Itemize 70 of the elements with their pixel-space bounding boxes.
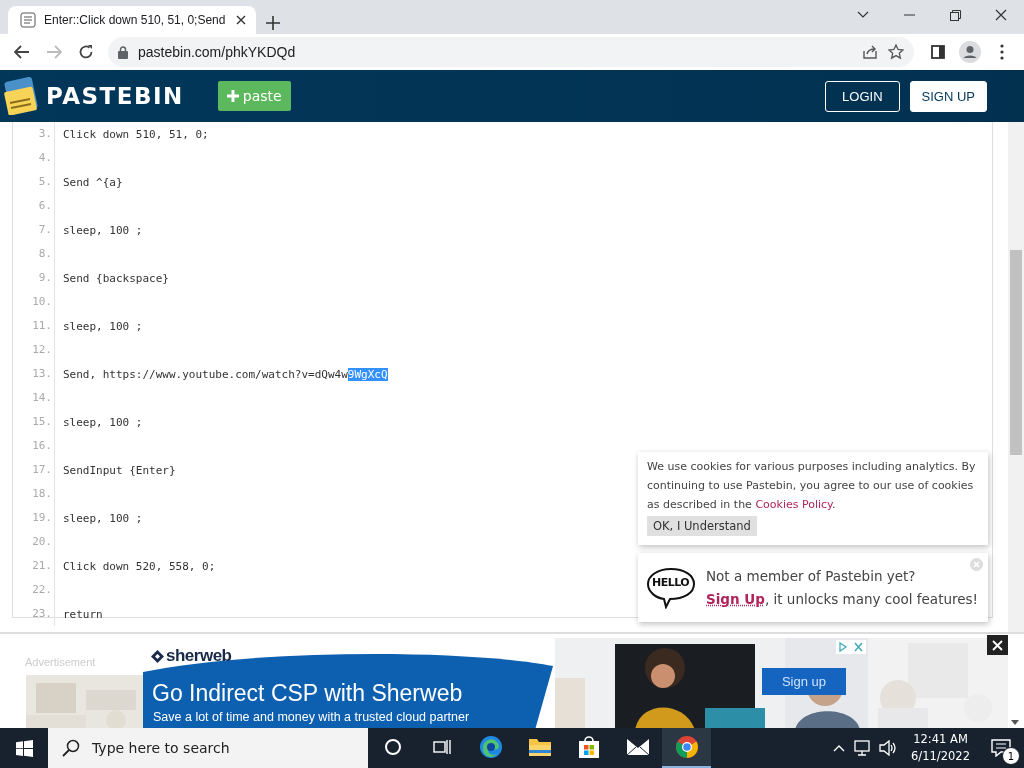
code-line: return bbox=[63, 607, 103, 621]
close-icon bbox=[992, 639, 1003, 651]
scroll-down-icon[interactable] bbox=[1011, 720, 1019, 725]
pastebin-favicon-icon bbox=[20, 12, 36, 28]
member-prompt-title: Not a member of Pastebin yet? bbox=[706, 566, 917, 586]
code-line: sleep, 100 ; bbox=[63, 223, 143, 237]
line-number: 8. bbox=[13, 242, 55, 266]
code-line: Click down 510, 51, 0; bbox=[63, 127, 209, 141]
code-line: Click down 520, 558, 0; bbox=[63, 559, 216, 573]
new-tab-icon[interactable] bbox=[266, 16, 280, 30]
tab-title: Enter::Click down 510, 51, 0;Send bbox=[44, 13, 227, 27]
line-number: 17. bbox=[13, 458, 55, 482]
line-number: 11. bbox=[13, 314, 55, 338]
line-number: 13. bbox=[13, 362, 55, 386]
code-line: sleep, 100 ; bbox=[63, 511, 143, 525]
scrollbar[interactable] bbox=[1008, 122, 1024, 632]
line-number: 19. bbox=[13, 506, 55, 530]
plus-icon bbox=[226, 90, 239, 102]
search-icon bbox=[62, 739, 80, 757]
volume-icon[interactable] bbox=[879, 740, 898, 756]
cookie-text: We use cookies for various purposes including analytics. By continuing to use Pastebin, you agree to our use of cookies as described in the Cookies Policy. bbox=[647, 459, 977, 513]
share-icon[interactable] bbox=[862, 44, 878, 60]
network-icon[interactable] bbox=[853, 740, 872, 756]
sign-up-link[interactable]: Sign Up bbox=[706, 590, 765, 607]
chrome-browser-icon[interactable] bbox=[662, 728, 711, 768]
line-number: 15. bbox=[13, 410, 55, 434]
line-number: 3. bbox=[13, 122, 55, 146]
line-number: 12. bbox=[13, 338, 55, 362]
sign-up-button[interactable]: SIGN UP bbox=[909, 80, 987, 112]
line-number: 14. bbox=[13, 386, 55, 410]
line-number: 7. bbox=[13, 218, 55, 242]
star-icon[interactable] bbox=[888, 44, 904, 60]
lock-icon bbox=[118, 45, 128, 59]
search-placeholder: Type here to search bbox=[92, 740, 230, 756]
line-number: 16. bbox=[13, 434, 55, 458]
line-number: 9. bbox=[13, 266, 55, 290]
taskbar-search-field[interactable]: Type here to search bbox=[48, 728, 368, 768]
login-button[interactable]: LOGIN bbox=[825, 80, 900, 112]
sherweb-logo-icon bbox=[151, 649, 164, 663]
line-number: 22. bbox=[13, 578, 55, 602]
code-line: Send {backspace} bbox=[63, 271, 169, 285]
line-number: 6. bbox=[13, 194, 55, 218]
close-ad-button[interactable] bbox=[987, 635, 1008, 655]
hello-speech-bubble-icon: HELLO bbox=[646, 566, 696, 609]
site-logo-text[interactable]: PASTEBIN bbox=[46, 83, 184, 109]
ad-subline: Save a lot of time and money with a trusted cloud partner bbox=[153, 710, 470, 724]
clock-date[interactable]: 6/11/2022 bbox=[911, 748, 970, 765]
member-prompt-text: Sign Up, it unlocks many cool features! bbox=[706, 589, 978, 609]
notification-count: 1 bbox=[1002, 747, 1020, 765]
line-number: 4. bbox=[13, 146, 55, 170]
line-number: 5. bbox=[13, 170, 55, 194]
windows-logo-icon bbox=[15, 739, 33, 757]
code-line: sleep, 100 ; bbox=[63, 415, 143, 429]
line-number: 18. bbox=[13, 482, 55, 506]
browser-tab[interactable]: Enter::Click down 510, 51, 0;Send bbox=[8, 6, 256, 34]
clock-time[interactable]: 12:41 AM bbox=[913, 731, 968, 748]
line-number: 21. bbox=[13, 554, 55, 578]
code-line: SendInput {Enter} bbox=[63, 463, 176, 477]
code-line: Send ^{a} bbox=[63, 175, 123, 189]
chevron-up-icon[interactable] bbox=[833, 744, 846, 752]
accept-cookies-button[interactable]: OK, I Understand bbox=[647, 516, 757, 536]
ad-brand: sherweb bbox=[166, 646, 232, 666]
code-line: sleep, 100 ; bbox=[63, 319, 143, 333]
line-number: 20. bbox=[13, 530, 55, 554]
notification-center-icon[interactable] bbox=[991, 739, 1011, 757]
close-icon[interactable] bbox=[236, 15, 246, 25]
ad-headline: Go Indirect CSP with Sherweb bbox=[152, 680, 463, 707]
line-number: 23. bbox=[13, 602, 55, 626]
logo-icon[interactable] bbox=[4, 77, 38, 115]
line-number: 10. bbox=[13, 290, 55, 314]
